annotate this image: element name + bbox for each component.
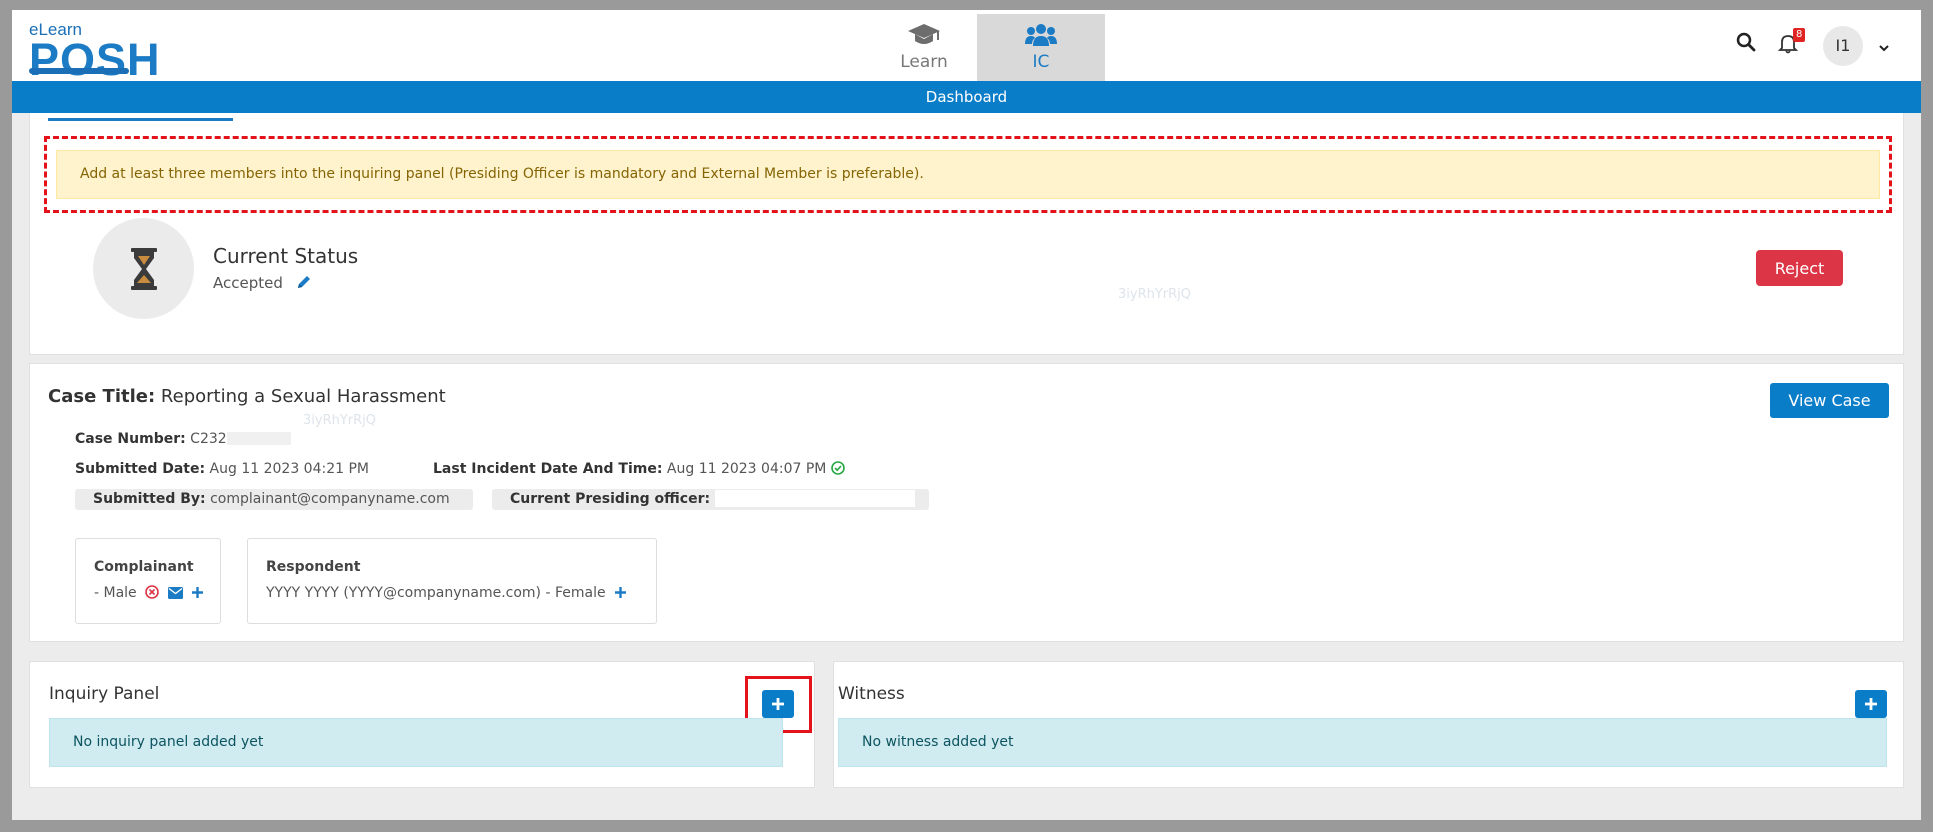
notification-bell-icon[interactable]: 8	[1777, 28, 1806, 58]
case-title: Case Title: Reporting a Sexual Harassmen…	[48, 386, 446, 407]
reject-button[interactable]: Reject	[1756, 250, 1843, 286]
respondent-box: Respondent YYYY YYYY (YYYY@companyname.c…	[247, 538, 657, 624]
users-icon	[977, 22, 1105, 50]
chevron-down-icon[interactable]	[1878, 38, 1890, 57]
graduation-cap-icon	[860, 22, 988, 50]
notification-count-badge: 8	[1793, 28, 1806, 42]
respondent-details: YYYY YYYY (YYYY@companyname.com) - Femal…	[266, 585, 627, 603]
redacted-block	[226, 432, 291, 445]
submitted-by-pill: Submitted By: complainant@companyname.co…	[75, 489, 473, 510]
watermark-text: 3iyRhYrRjQ	[1118, 287, 1192, 302]
complainant-text: - Male	[94, 585, 137, 601]
last-incident-label: Last Incident Date And Time:	[433, 461, 663, 477]
top-bar: eLearn POSH Learn IC 8 I1	[12, 10, 1921, 85]
case-number-label: Case Number:	[75, 431, 186, 447]
respondent-text: YYYY YYYY (YYYY@companyname.com) - Femal…	[266, 585, 606, 601]
logo-wave	[29, 68, 129, 74]
inquiry-panel-title: Inquiry Panel	[49, 684, 160, 704]
submitted-date: Submitted Date: Aug 11 2023 04:21 PM	[75, 461, 369, 477]
witness-empty-message: No witness added yet	[838, 718, 1887, 767]
nav-tab-learn[interactable]: Learn	[860, 14, 988, 81]
view-case-button[interactable]: View Case	[1770, 383, 1889, 418]
nav-tab-label: IC	[1032, 52, 1050, 72]
plus-icon[interactable]	[191, 586, 204, 603]
submitted-by-label: Submitted By:	[93, 491, 206, 507]
redacted-block	[714, 490, 915, 507]
case-title-label: Case Title:	[48, 386, 156, 407]
plus-icon	[772, 698, 784, 710]
check-circle-icon	[831, 461, 845, 479]
active-tab-indicator	[48, 118, 233, 121]
submitted-date-value: Aug 11 2023 04:21 PM	[209, 461, 369, 477]
presiding-officer-pill: Current Presiding officer:	[492, 489, 929, 510]
add-inquiry-member-button[interactable]	[762, 690, 794, 718]
complainant-details: - Male	[94, 585, 204, 603]
case-number: Case Number: C232	[75, 431, 291, 447]
watermark-text: 3iyRhYrRjQ	[303, 413, 377, 428]
status-text: Accepted	[213, 274, 283, 292]
current-status-value: Accepted	[213, 274, 312, 294]
current-status-title: Current Status	[213, 244, 359, 268]
plus-icon[interactable]	[614, 586, 627, 603]
status-indicator	[93, 218, 194, 319]
last-incident-value: Aug 11 2023 04:07 PM	[666, 461, 827, 477]
case-number-value: C232	[190, 431, 227, 447]
dashboard-bar[interactable]: Dashboard	[12, 81, 1921, 113]
edit-pencil-icon[interactable]	[296, 274, 312, 294]
logo-big-text: POSH	[29, 34, 161, 85]
presiding-officer-label: Current Presiding officer:	[510, 491, 711, 507]
search-icon[interactable]	[1736, 32, 1756, 56]
witness-title: Witness	[838, 684, 905, 704]
nav-tab-label: Learn	[900, 52, 948, 72]
add-witness-button[interactable]	[1855, 690, 1887, 718]
inquiry-panel-empty-message: No inquiry panel added yet	[49, 718, 783, 767]
submitted-by-value: complainant@companyname.com	[210, 491, 450, 507]
envelope-icon[interactable]	[167, 587, 183, 603]
inquiry-panel-warning: Add at least three members into the inqu…	[56, 150, 1880, 199]
case-title-value: Reporting a Sexual Harassment	[160, 386, 446, 407]
respondent-heading: Respondent	[266, 559, 361, 575]
app-window: eLearn POSH Learn IC 8 I1 Dashboard Add …	[12, 10, 1921, 820]
remove-circle-icon[interactable]	[145, 585, 159, 603]
plus-icon	[1865, 698, 1877, 710]
user-avatar[interactable]: I1	[1823, 26, 1863, 66]
complainant-heading: Complainant	[94, 559, 194, 575]
last-incident-date: Last Incident Date And Time: Aug 11 2023…	[433, 461, 845, 479]
elearn-posh-logo[interactable]: eLearn POSH	[29, 16, 169, 85]
hourglass-icon	[131, 248, 157, 290]
complainant-box: Complainant - Male	[75, 538, 221, 624]
nav-tab-ic[interactable]: IC	[977, 14, 1105, 81]
submitted-date-label: Submitted Date:	[75, 461, 206, 477]
